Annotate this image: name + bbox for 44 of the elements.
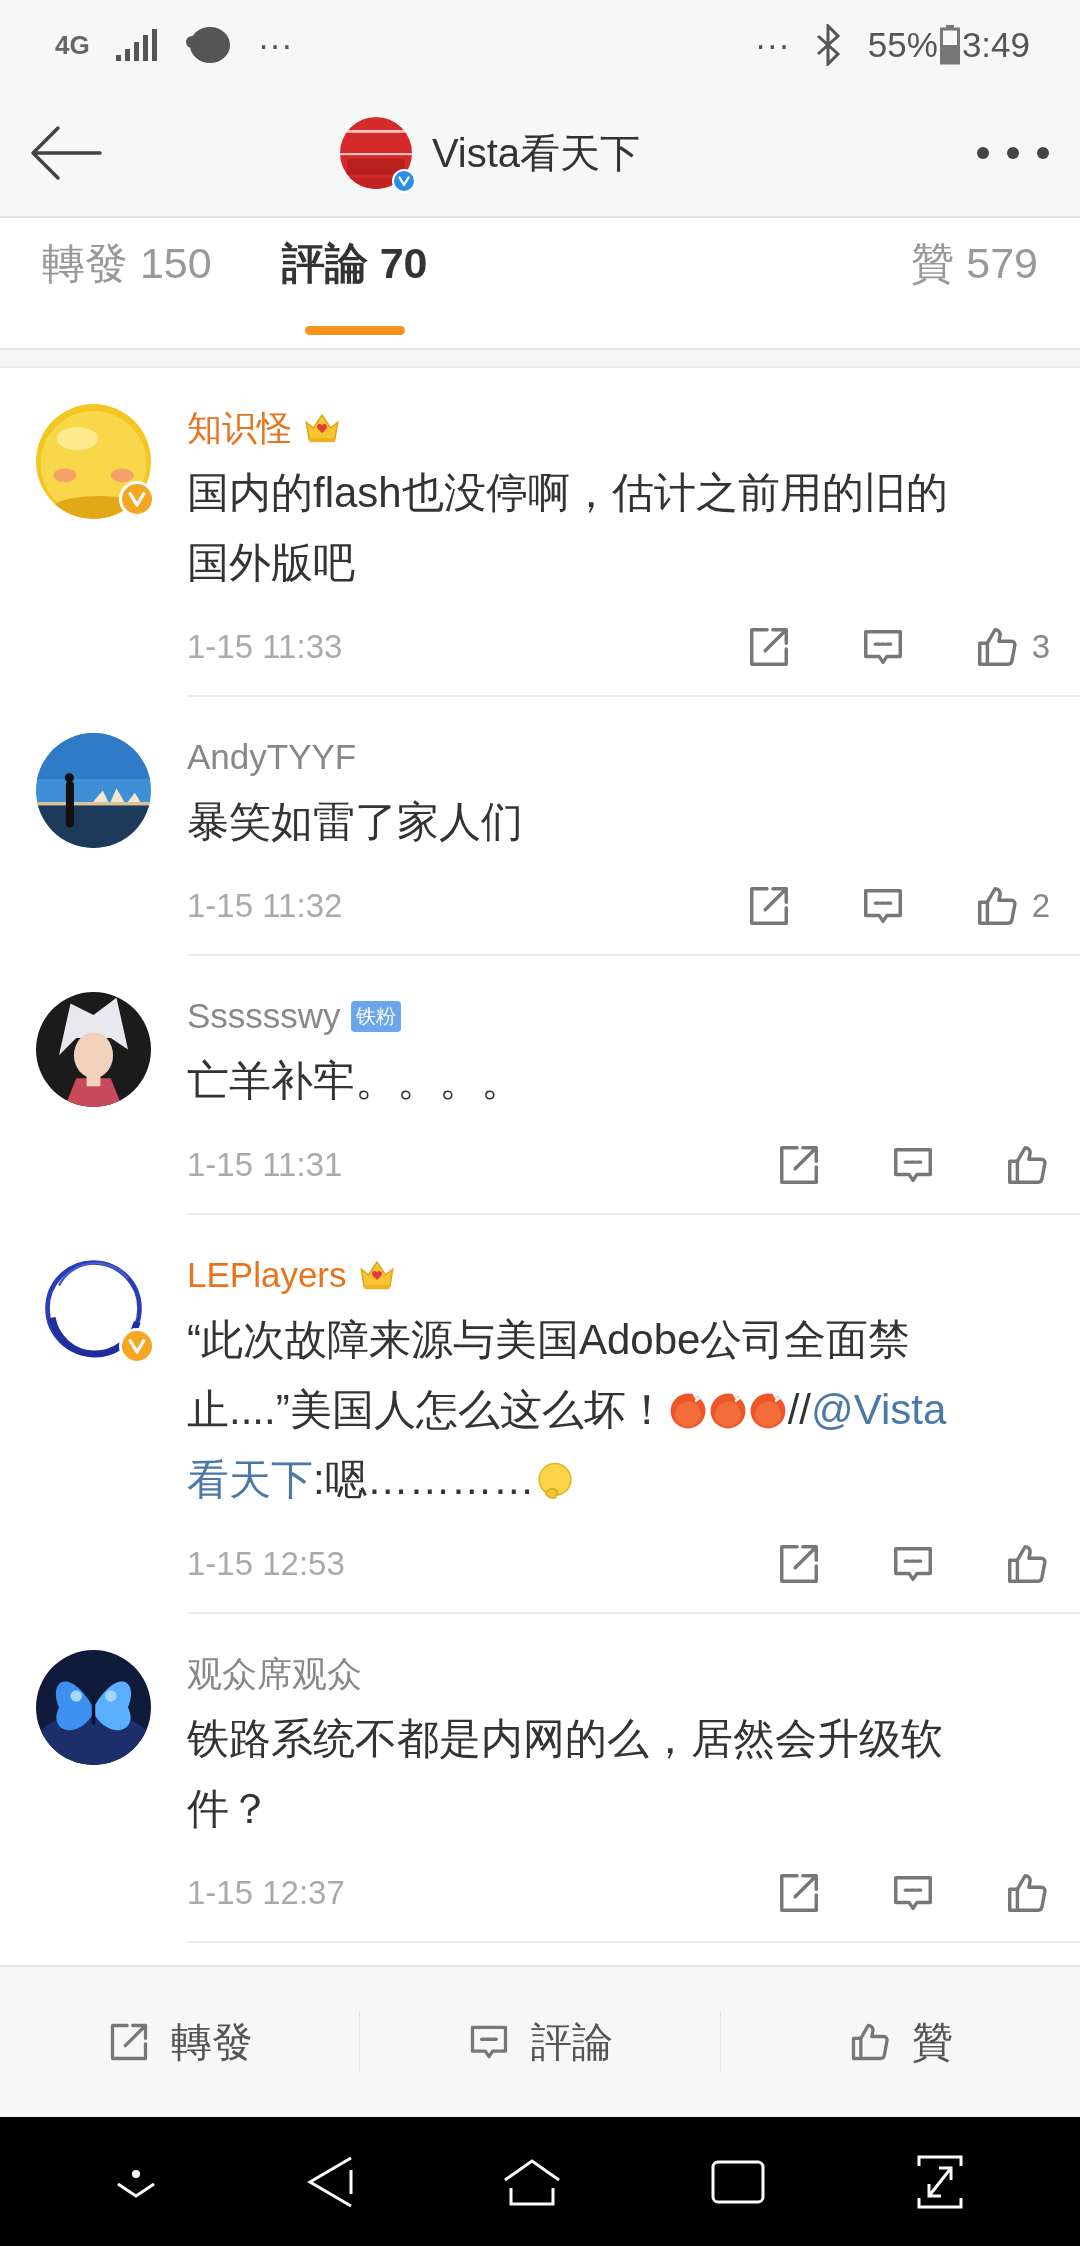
comment-text: 铁路系统不都是内网的么，居然会升级软件？ [187,1714,944,1834]
emoji-icon [535,1462,574,1500]
more-indicator: ··· [257,25,293,65]
tab[interactable]: 贊 579 [911,218,1038,335]
tab[interactable]: 轉發 150 [42,218,212,335]
like-count: 2 [1031,886,1050,925]
comment-time: 1-15 12:37 [187,1873,346,1912]
more-indicator: ··· [754,25,790,65]
signal-icon [115,29,158,61]
back-icon[interactable] [30,125,102,181]
home-icon[interactable] [503,2157,561,2206]
repost-button[interactable]: 轉發 [0,1992,360,2092]
battery-icon [939,25,960,65]
emoji-icon [748,1392,787,1430]
comment-text: 暴笑如雷了家人们 [187,797,524,847]
mention-link[interactable]: @Vista [811,1386,947,1433]
like-button[interactable]: 贊 [720,1992,1080,2092]
comment-text: 国内的flash也没停啊，估计之前用的旧的国外版吧 [187,468,949,588]
more-icon[interactable] [976,146,1050,160]
comment-text: 亡羊补牢。。。。 [187,1056,524,1106]
recent-apps-icon[interactable] [711,2159,765,2204]
account-title: Vista看天下 [431,129,641,177]
fan-badge: 铁粉 [350,1000,401,1032]
expand-icon[interactable] [915,2153,965,2210]
network-indicator: 4G [55,29,90,61]
emoji-icon [668,1392,707,1430]
comment-time: 1-15 12:53 [187,1544,346,1583]
username[interactable]: AndyTYYF [187,737,357,777]
bluetooth-icon [815,24,842,66]
emoji-icon [708,1392,747,1430]
mention-link[interactable]: 看天下 [187,1456,313,1503]
clock: 3:49 [961,25,1030,65]
comment-time: 1-15 11:32 [187,886,344,925]
username[interactable]: 观众席观众 [187,1650,362,1698]
tab[interactable]: 評論 70 [281,218,428,335]
username[interactable]: 知识怪 [187,404,292,452]
like-count: 3 [1031,627,1050,666]
username[interactable]: Sssssswy [187,996,341,1036]
comment-time: 1-15 11:31 [187,1145,344,1184]
username[interactable]: LEPlayers [187,1255,347,1295]
comment-text: “此次故障来源与美国Adobe公司全面禁止....”美国人怎么这么坏！ //@Vista 看天下:嗯………… [187,1315,948,1505]
battery-percent: 55% [867,25,938,65]
comment-button[interactable]: 評論 [360,1992,720,2092]
comment-time: 1-15 11:33 [187,627,344,666]
